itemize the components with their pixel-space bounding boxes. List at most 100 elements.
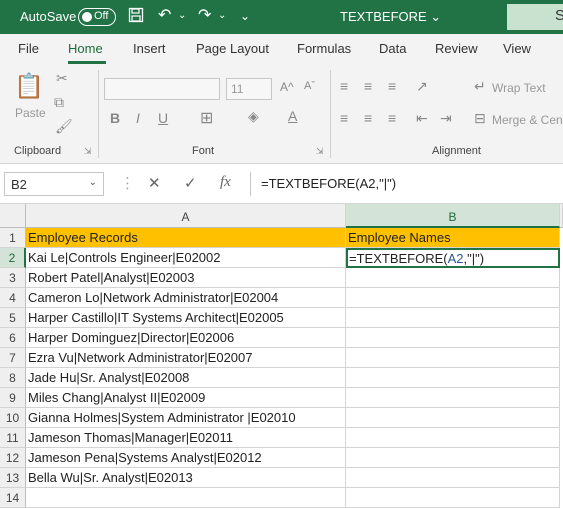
align-bottom-icon[interactable]: ≡ [388, 78, 396, 94]
row-header[interactable]: 9 [0, 388, 26, 408]
row-header[interactable]: 4 [0, 288, 26, 308]
align-left-icon[interactable]: ≡ [340, 110, 348, 126]
cell-a12[interactable]: Jameson Pena|Systems Analyst|E02012 [26, 448, 346, 468]
font-color-icon[interactable]: A [288, 108, 297, 124]
ribbon-tabs: File Home Insert Page Layout Formulas Da… [0, 34, 563, 64]
cell-a10[interactable]: Gianna Holmes|System Administrator |E020… [26, 408, 346, 428]
wrap-text-icon[interactable]: ↵ [474, 78, 486, 95]
cell-a8[interactable]: Jade Hu|Sr. Analyst|E02008 [26, 368, 346, 388]
name-box-dropdown-icon[interactable]: ⌄ [89, 177, 97, 188]
row-header[interactable]: 13 [0, 468, 26, 488]
orientation-icon[interactable]: ↗ [416, 78, 428, 95]
align-middle-icon[interactable]: ≡ [364, 78, 372, 94]
search-box[interactable]: S [507, 4, 563, 30]
cell-b7[interactable] [346, 348, 560, 368]
cell-b3[interactable] [346, 268, 560, 288]
select-all-corner[interactable] [0, 204, 26, 228]
font-name-box[interactable] [104, 78, 220, 100]
decrease-font-icon[interactable]: Aˇ [304, 80, 315, 92]
cell-a2[interactable]: Kai Le|Controls Engineer|E02002 [26, 248, 346, 268]
insert-function-icon[interactable]: fx [220, 174, 231, 191]
tab-data[interactable]: Data [379, 41, 406, 56]
cell-a6[interactable]: Harper Dominguez|Director|E02006 [26, 328, 346, 348]
cell-b8[interactable] [346, 368, 560, 388]
row-header[interactable]: 7 [0, 348, 26, 368]
row-header[interactable]: 3 [0, 268, 26, 288]
cell-b5[interactable] [346, 308, 560, 328]
increase-indent-icon[interactable]: ⇥ [440, 110, 452, 127]
cell-a11[interactable]: Jameson Thomas|Manager|E02011 [26, 428, 346, 448]
underline-icon[interactable]: U [158, 110, 168, 126]
cell-a5[interactable]: Harper Castillo|IT Systems Architect|E02… [26, 308, 346, 328]
tab-home[interactable]: Home [68, 41, 103, 56]
font-size-box[interactable]: 11 [226, 78, 272, 100]
format-painter-icon[interactable]: 🖌 [55, 118, 73, 135]
undo-icon[interactable]: ↶ [158, 7, 171, 25]
autosave-toggle[interactable]: Off [78, 8, 116, 26]
tab-page-layout[interactable]: Page Layout [196, 41, 269, 56]
row-header[interactable]: 12 [0, 448, 26, 468]
cell-a1[interactable]: Employee Records [26, 228, 346, 248]
copy-icon[interactable]: ⧉ [54, 94, 64, 111]
cell-b11[interactable] [346, 428, 560, 448]
bold-icon[interactable]: B [110, 110, 120, 126]
merge-center-icon[interactable]: ⊟ [474, 110, 486, 127]
tab-view[interactable]: View [503, 41, 531, 56]
cell-a7[interactable]: Ezra Vu|Network Administrator|E02007 [26, 348, 346, 368]
tab-insert[interactable]: Insert [133, 41, 166, 56]
cell-a9[interactable]: Miles Chang|Analyst II|E02009 [26, 388, 346, 408]
align-center-icon[interactable]: ≡ [364, 110, 372, 126]
cell-b10[interactable] [346, 408, 560, 428]
merge-center-label[interactable]: Merge & Cen [492, 113, 563, 127]
cell-b6[interactable] [346, 328, 560, 348]
undo-dropdown-icon[interactable]: ⌄ [178, 7, 186, 25]
row-header[interactable]: 5 [0, 308, 26, 328]
decrease-indent-icon[interactable]: ⇤ [416, 110, 428, 127]
clipboard-launcher-icon[interactable]: ⇲ [84, 146, 92, 157]
row-header[interactable]: 2 [0, 248, 26, 268]
paste-icon[interactable]: 📋 [14, 72, 44, 101]
italic-icon[interactable]: I [136, 110, 140, 126]
tab-file[interactable]: File [18, 41, 39, 56]
column-header-a[interactable]: A [26, 204, 346, 228]
cell-b4[interactable] [346, 288, 560, 308]
cell-b12[interactable] [346, 448, 560, 468]
row-header[interactable]: 1 [0, 228, 26, 248]
cell-a13[interactable]: Bella Wu|Sr. Analyst|E02013 [26, 468, 346, 488]
row-header[interactable]: 6 [0, 328, 26, 348]
row-header[interactable]: 8 [0, 368, 26, 388]
document-title[interactable]: TEXTBEFORE ⌄ [340, 9, 441, 25]
cancel-icon[interactable]: ✕ [148, 174, 161, 192]
cell-b9[interactable] [346, 388, 560, 408]
align-top-icon[interactable]: ≡ [340, 78, 348, 94]
redo-icon[interactable]: ↷ [198, 7, 211, 25]
cell-b13[interactable] [346, 468, 560, 488]
borders-icon[interactable]: ⊞ [200, 108, 213, 128]
group-label-clipboard: Clipboard [14, 145, 62, 157]
save-icon[interactable] [128, 7, 144, 28]
cell-b2-active[interactable]: =TEXTBEFORE(A2,"|") [346, 248, 560, 268]
cell-b14[interactable] [346, 488, 560, 508]
column-header-b[interactable]: B [346, 204, 560, 228]
cell-a14[interactable] [26, 488, 346, 508]
formula-input[interactable]: =TEXTBEFORE(A2,"|") [250, 172, 563, 196]
row-header[interactable]: 10 [0, 408, 26, 428]
name-box[interactable]: B2 ⌄ [4, 172, 104, 196]
tab-formulas[interactable]: Formulas [297, 41, 351, 56]
increase-font-icon[interactable]: A^ [280, 80, 294, 94]
table-row: 5 Harper Castillo|IT Systems Architect|E… [0, 308, 563, 328]
align-right-icon[interactable]: ≡ [388, 110, 396, 126]
tab-review[interactable]: Review [435, 41, 478, 56]
cut-icon[interactable]: ✂ [56, 70, 68, 87]
cell-a4[interactable]: Cameron Lo|Network Administrator|E02004 [26, 288, 346, 308]
wrap-text-label[interactable]: Wrap Text [492, 81, 546, 95]
font-launcher-icon[interactable]: ⇲ [316, 146, 324, 157]
row-header[interactable]: 14 [0, 488, 26, 508]
cell-a3[interactable]: Robert Patel|Analyst|E02003 [26, 268, 346, 288]
fill-color-icon[interactable]: ◈ [248, 108, 259, 125]
cell-b1[interactable]: Employee Names [346, 228, 560, 248]
redo-dropdown-icon[interactable]: ⌄ [218, 7, 226, 25]
enter-icon[interactable]: ✓ [184, 174, 197, 192]
customize-toolbar-icon[interactable]: ⌄ [240, 7, 250, 25]
row-header[interactable]: 11 [0, 428, 26, 448]
